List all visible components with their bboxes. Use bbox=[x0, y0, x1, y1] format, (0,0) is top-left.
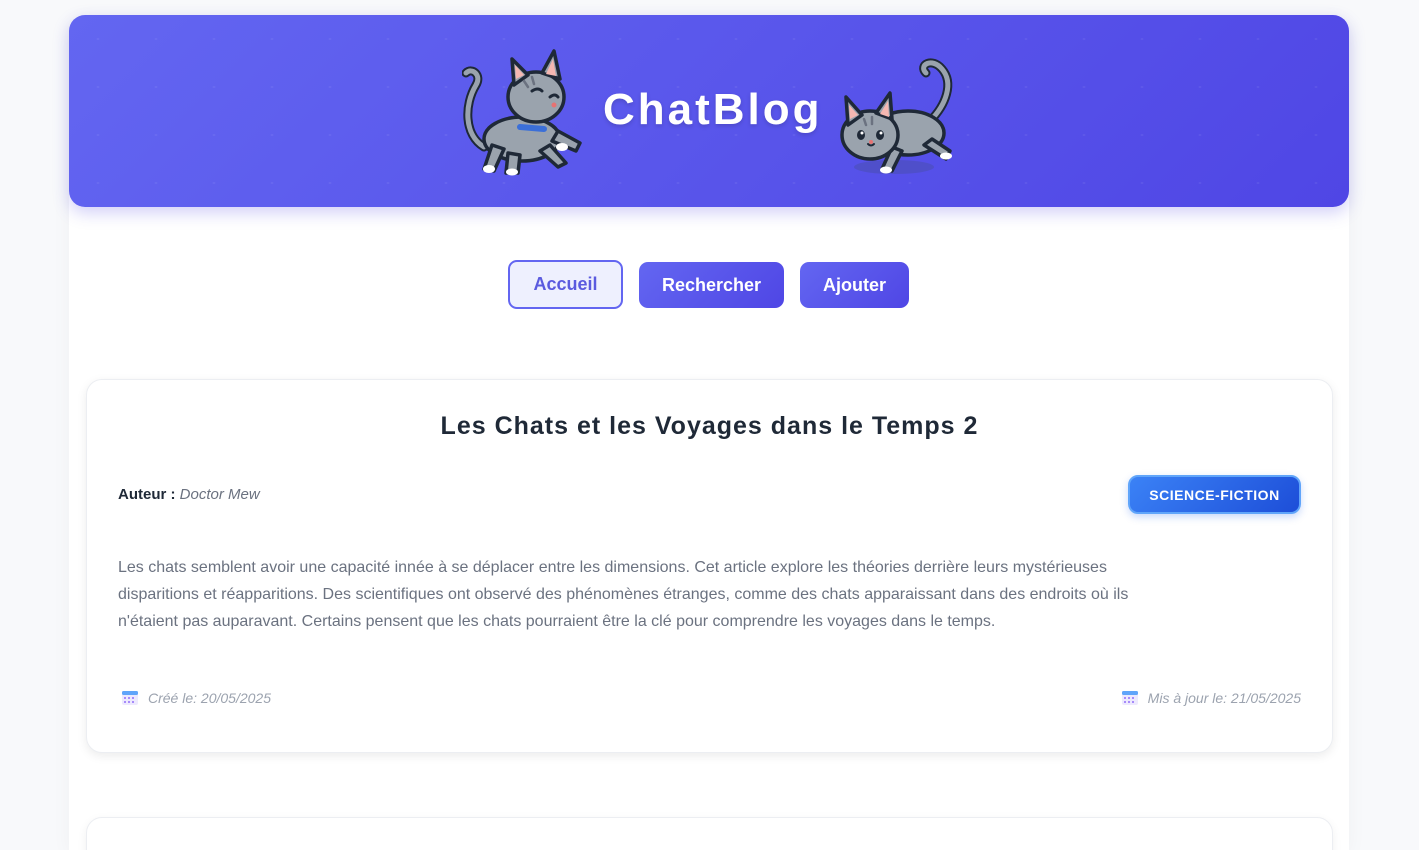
nav-home-button[interactable]: Accueil bbox=[508, 260, 623, 309]
post-title[interactable]: Les Chats et les Voyages dans le Temps 2 bbox=[87, 412, 1332, 441]
post-card[interactable]: Les Chats et les Voyages dans le Temps 2… bbox=[86, 379, 1333, 753]
calendar-icon bbox=[1121, 691, 1138, 705]
cat-running-icon bbox=[840, 58, 953, 174]
created-date-text: Créé le: 20/05/2025 bbox=[148, 689, 271, 706]
category-badge[interactable]: SCIENCE-FICTION bbox=[1128, 475, 1301, 514]
cat-walking-icon bbox=[462, 49, 582, 176]
nav-add-button[interactable]: Ajouter bbox=[800, 262, 909, 308]
post-author: Auteur : Doctor Mew bbox=[118, 486, 260, 503]
post-updated-date: Mis à jour le: 21/05/2025 bbox=[1121, 689, 1301, 706]
post-created-date: Créé le: 20/05/2025 bbox=[121, 689, 271, 706]
nav-search-button[interactable]: Rechercher bbox=[639, 262, 784, 308]
author-name: Doctor Mew bbox=[179, 486, 260, 503]
post-body: Les chats semblent avoir une capacité in… bbox=[118, 559, 1129, 630]
site-header: ChatBlog bbox=[69, 15, 1349, 207]
updated-date-text: Mis à jour le: 21/05/2025 bbox=[1147, 689, 1301, 706]
post-card-next[interactable] bbox=[86, 817, 1333, 850]
author-label: Auteur : bbox=[118, 486, 176, 503]
site-title[interactable]: ChatBlog bbox=[603, 85, 820, 135]
calendar-icon bbox=[122, 691, 138, 705]
